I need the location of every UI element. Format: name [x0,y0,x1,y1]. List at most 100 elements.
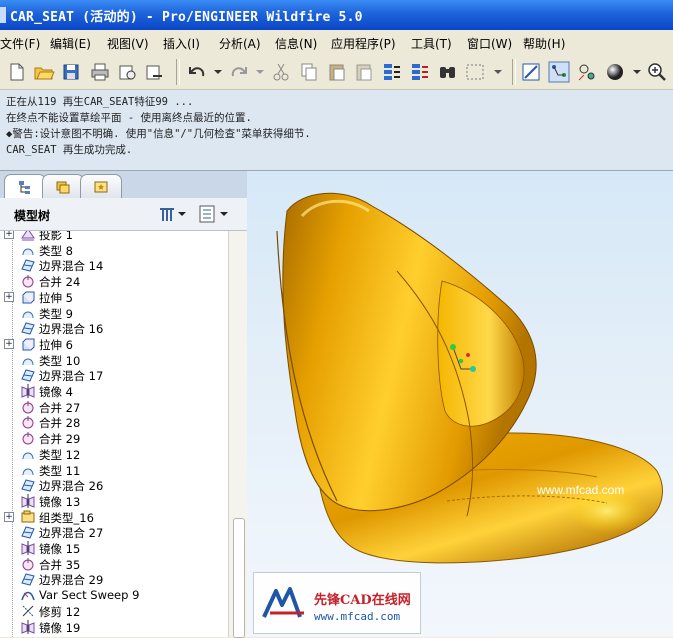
menu-tools[interactable]: 工具(T) [411,35,452,52]
tree-item-label: 边界混合 16 [39,322,104,337]
tree-item[interactable]: 类型 12 [0,446,228,462]
boundary-blend-icon [20,257,36,273]
expand-toggle-icon[interactable]: + [4,291,14,302]
surface-type-icon [20,462,36,478]
site-logo: 先锋CAD在线网 www.mfcad.com [253,572,421,634]
tree-item[interactable]: 类型 10 [0,352,228,368]
car-seat-model[interactable] [247,171,673,637]
tree-item-label: 类型 9 [39,306,73,321]
paste-special-icon[interactable] [353,61,375,83]
tree-item[interactable]: 合并 29 [0,430,228,446]
tree-item[interactable]: + 组类型_16 [0,509,228,525]
menu-view[interactable]: 视图(V) [107,35,149,52]
surface-type-icon [20,305,36,321]
extrude-icon [20,289,36,305]
menu-insert[interactable]: 插入(I) [163,35,200,52]
tree-item[interactable]: 合并 35 [0,556,228,572]
tree-item[interactable]: 边界混合 27 [0,524,228,540]
datum-display-icon[interactable] [576,61,598,83]
tree-item[interactable]: 修剪 12 [0,603,228,619]
folder-browser-icon [56,181,70,194]
select-box-icon[interactable] [464,61,486,83]
tree-item[interactable]: 类型 8 [0,242,228,258]
graphics-window[interactable]: www.mfcad.com [247,171,673,637]
tree-item[interactable]: 合并 27 [0,399,228,415]
cut-icon[interactable] [270,61,292,83]
tree-item-label: Var Sect Sweep 9 [39,588,140,603]
tree-scrollbar-thumb[interactable] [233,518,245,638]
settings-icon[interactable] [158,205,188,223]
sketch-view-icon[interactable] [520,61,542,83]
tree-item[interactable]: 合并 28 [0,414,228,430]
main-toolbar [0,55,673,90]
logo-url: www.mfcad.com [314,610,401,623]
tab-model-tree[interactable] [4,174,46,200]
paste-icon[interactable] [326,61,348,83]
menu-file[interactable]: 文件(F) [0,35,40,52]
tab-favorites[interactable] [80,174,122,199]
tree-item[interactable]: + 投影 1 [0,231,228,242]
select-dropdown-icon[interactable] [488,61,510,83]
tree-item[interactable]: 边界混合 14 [0,257,228,273]
tree-item-label: 类型 12 [39,447,81,462]
tree-item[interactable]: 类型 11 [0,462,228,478]
save-icon[interactable] [60,61,82,83]
undo-icon[interactable] [186,61,208,83]
merge-icon [20,556,36,572]
tree-item[interactable]: 边界混合 29 [0,571,228,587]
tree-item[interactable]: 类型 9 [0,305,228,321]
tree-item[interactable]: 镜像 13 [0,493,228,509]
mirror-icon [20,493,36,509]
model-tree-header: 模型树 [0,198,247,231]
undo-dropdown-icon[interactable] [208,61,230,83]
redo-icon[interactable] [228,61,250,83]
show-icon[interactable] [198,205,230,223]
mail-icon[interactable] [116,61,138,83]
menu-analysis[interactable]: 分析(A) [219,35,261,52]
tree-item-label: 合并 24 [39,275,81,290]
tree-item[interactable]: 合并 24 [0,273,228,289]
new-icon[interactable] [6,61,28,83]
tree-item[interactable]: + 拉伸 6 [0,336,228,352]
toolbar-separator [512,59,516,85]
merge-icon [20,399,36,415]
copy-icon[interactable] [298,61,320,83]
menu-applications[interactable]: 应用程序(P) [331,35,396,52]
tree-scrollbar[interactable] [228,231,248,638]
group-icon [20,509,36,525]
tree-item[interactable]: Var Sect Sweep 9 [0,587,228,603]
tree-item[interactable]: 镜像 15 [0,540,228,556]
message-line: ◆警告:设计意图不明确. 使用"信息"/"几何检查"菜单获得细节. [6,128,311,140]
tree-item[interactable]: 边界混合 17 [0,367,228,383]
expand-toggle-icon[interactable]: + [4,231,14,239]
find-icon[interactable] [437,61,459,83]
menu-window[interactable]: 窗口(W) [467,35,512,52]
tree-item[interactable]: + 拉伸 5 [0,289,228,305]
menu-help[interactable]: 帮助(H) [523,35,565,52]
tree-item[interactable]: 镜像 19 [0,619,228,635]
model-tree-panel: 模型树 + 投影 1 类型 8 边界混合 14 合并 24 + 拉伸 5 类型 9 边界混合 1… [0,198,248,638]
open-icon[interactable] [33,61,55,83]
message-line: CAR_SEAT 再生成功完成. [6,144,133,156]
message-line: 在终点不能设置草绘平面 - 使用离终点最近的位置. [6,112,252,124]
print-icon[interactable] [89,61,111,83]
tree-item[interactable]: 边界混合 16 [0,320,228,336]
regen-manager-icon[interactable] [409,61,431,83]
shading-icon[interactable] [604,61,626,83]
expand-toggle-icon[interactable]: + [4,338,14,349]
tree-item-label: 边界混合 17 [39,369,104,384]
sketch-tool-icon[interactable] [548,61,570,83]
menu-edit[interactable]: 编辑(E) [50,35,91,52]
window-title: CAR_SEAT (活动的) - Pro/ENGINEER Wildfire 5… [10,10,363,25]
mirror-icon [20,540,36,556]
tree-item[interactable]: 边界混合 26 [0,477,228,493]
zoom-in-icon[interactable] [646,61,668,83]
regenerate-icon[interactable] [381,61,403,83]
redo-dropdown-icon[interactable] [250,61,272,83]
model-tree-list: + 投影 1 类型 8 边界混合 14 合并 24 + 拉伸 5 类型 9 边界混合 16 + 拉伸… [0,231,228,637]
mail-link-icon[interactable] [143,61,165,83]
menu-info[interactable]: 信息(N) [275,35,317,52]
expand-toggle-icon[interactable]: + [4,511,14,522]
tab-folder-browser[interactable] [42,174,84,199]
tree-item[interactable]: 镜像 4 [0,383,228,399]
